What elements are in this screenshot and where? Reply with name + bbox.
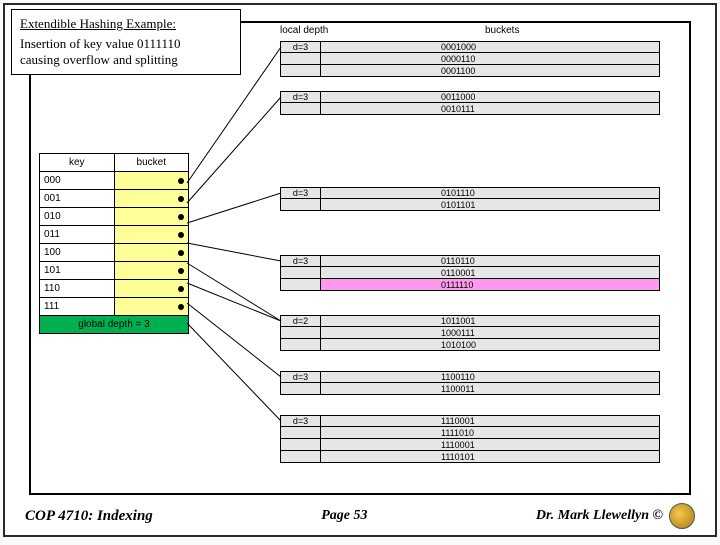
pointer-dot [178,304,184,310]
title-heading: Extendible Hashing Example: [20,16,232,32]
bucket-6: d=31110001 1111010 1110001 1110101 [280,415,660,463]
dir-row: 100 [40,244,189,262]
dir-row: 110 [40,280,189,298]
title-box: Extendible Hashing Example: Insertion of… [11,9,241,75]
bucket-3: d=30110110 0110001 0111110 [280,255,660,291]
title-sub-l1: Insertion of key value 0111110 [20,36,181,51]
dir-row: 011 [40,226,189,244]
local-depth-header: local depth [280,25,328,36]
bucket-4: d=21011001 1000111 1010100 [280,315,660,351]
title-sub-l2: causing overflow and splitting [20,52,178,67]
pointer-dot [178,250,184,256]
bucket-5: d=31100110 1100011 [280,371,660,395]
slide-border: Extendible Hashing Example: Insertion of… [3,3,717,537]
inserted-key-row: 0111110 [280,279,660,291]
pointer-dot [178,232,184,238]
dir-row: 101 [40,262,189,280]
footer-author: Dr. Mark Llewellyn © [536,508,663,524]
pointer-dot [178,286,184,292]
dir-row: 000 [40,172,189,190]
global-depth-row: global depth = 3 [40,316,189,334]
footer-page: Page 53 [321,508,367,524]
dir-row: 111 [40,298,189,316]
slide-footer: COP 4710: Indexing Page 53 Dr. Mark Llew… [25,503,695,529]
dir-col-key: key [40,154,115,172]
bucket-2: d=30101110 0101101 [280,187,660,211]
footer-course: COP 4710: Indexing [25,508,153,525]
bucket-0: d=30001000 0000110 0001100 [280,41,660,77]
bucket-1: d=30011000 0010111 [280,91,660,115]
buckets-header: buckets [485,25,519,36]
dir-row: 010 [40,208,189,226]
dir-row: 001 [40,190,189,208]
university-logo-icon [669,503,695,529]
pointer-dot [178,214,184,220]
pointer-dot [178,268,184,274]
pointer-dot [178,196,184,202]
dir-col-bucket: bucket [114,154,189,172]
directory-table: key bucket 000 001 010 011 100 101 110 1… [39,153,189,334]
pointer-dot [178,178,184,184]
